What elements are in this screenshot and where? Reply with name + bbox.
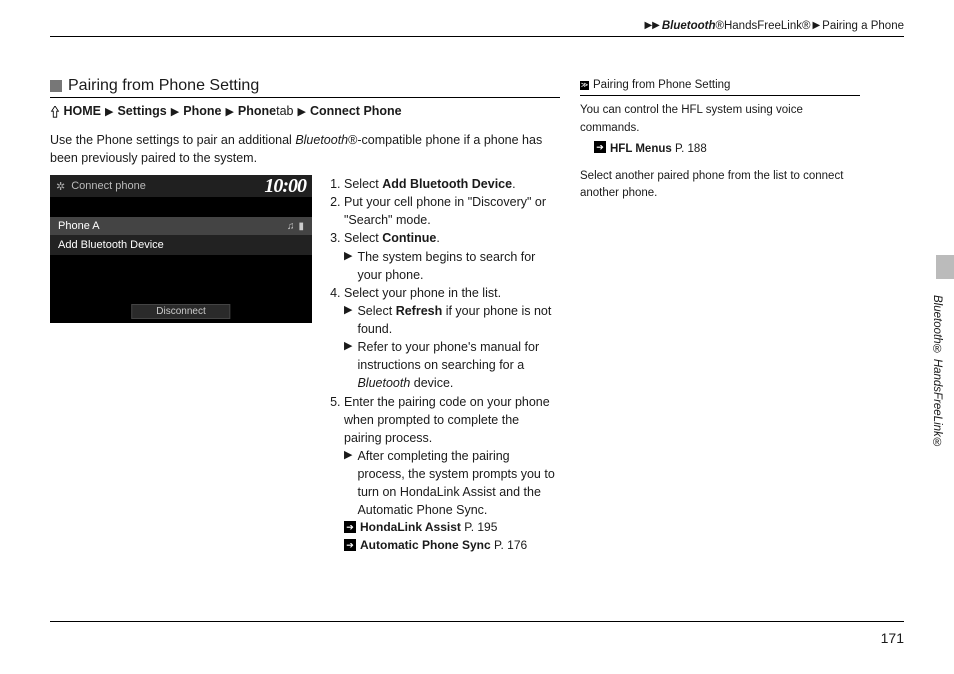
nav-path: HOME ▶ Settings ▶ Phone ▶ Phone tab ▶ Co…: [50, 104, 560, 118]
intro-paragraph: Use the Phone settings to pair an additi…: [50, 132, 560, 167]
cross-reference: ➔HondaLink Assist P. 195: [344, 519, 560, 536]
header-path-2: HandsFreeLink®: [724, 20, 810, 32]
step-5: Enter the pairing code on your phone whe…: [344, 393, 560, 555]
screenshot-clock: 10:00: [264, 175, 306, 198]
gear-icon: ✲: [56, 180, 65, 193]
section-side-tab: Bluetooth® HandsFreeLink®: [907, 255, 929, 455]
chevron-right-icon: ▶: [225, 105, 233, 118]
phone-list-item[interactable]: Phone A ♫ ▮: [50, 217, 312, 236]
chevron-right-icon: ▶: [171, 105, 179, 118]
page-number: 171: [881, 630, 904, 646]
nav-settings: Settings: [117, 104, 166, 118]
chevron-right-icon: ▶: [298, 105, 306, 118]
screenshot-title: Connect phone: [71, 180, 146, 192]
disconnect-button[interactable]: Disconnect: [131, 304, 230, 319]
cross-reference: ➔ HFL Menus P. 188: [594, 141, 860, 158]
home-icon: [50, 104, 60, 118]
nav-phone: Phone: [183, 104, 221, 118]
nav-tab-word: tab: [276, 104, 293, 118]
step-1: Select Add Bluetooth Device.: [344, 175, 560, 193]
breadcrumb-header: ▶▶ Bluetooth ® HandsFreeLink® ▶ Pairing …: [50, 20, 904, 37]
section-title-text: Pairing from Phone Setting: [68, 77, 259, 95]
instruction-steps: Select Add Bluetooth Device. Put your ce…: [326, 175, 560, 554]
add-device-item[interactable]: Add Bluetooth Device: [50, 236, 312, 255]
add-device-label: Add Bluetooth Device: [58, 239, 164, 251]
phone-icon: ▮: [298, 221, 304, 232]
music-icon: ♫: [287, 221, 295, 232]
link-arrow-icon: ➔: [344, 521, 356, 533]
header-path-3: Pairing a Phone: [822, 20, 904, 32]
sidebar-notes: ≫ Pairing from Phone Setting You can con…: [580, 77, 860, 554]
link-arrow-icon: ➔: [344, 539, 356, 551]
cross-reference: ➔Automatic Phone Sync P. 176: [344, 537, 560, 554]
nav-phone-tab: Phone: [238, 104, 276, 118]
bookmark-icon: ≫: [580, 81, 589, 90]
phone-name: Phone A: [58, 220, 100, 232]
nav-home: HOME: [63, 104, 101, 118]
header-path-1-reg: ®: [716, 20, 724, 32]
step-3: Select Continue. ▶The system begins to s…: [344, 229, 560, 283]
chevron-right-icon: ▶▶: [644, 20, 659, 32]
step-4: Select your phone in the list. ▶Select R…: [344, 284, 560, 393]
step-2: Put your cell phone in "Discovery" or "S…: [344, 193, 560, 229]
chevron-right-icon: ▶: [344, 448, 352, 464]
sidebar-text-2: Select another paired phone from the lis…: [580, 168, 860, 203]
sidebar-text-1: You can control the HFL system using voi…: [580, 102, 860, 137]
section-title: Pairing from Phone Setting: [50, 77, 560, 98]
square-bullet-icon: [50, 80, 62, 92]
footer-rule: [50, 621, 904, 622]
chevron-right-icon: ▶: [344, 303, 352, 319]
chevron-right-icon: ▶: [105, 105, 113, 118]
nav-connect: Connect Phone: [310, 104, 402, 118]
infotainment-screenshot: ✲ Connect phone 10:00 Phone A ♫ ▮: [50, 175, 312, 323]
thumb-tab-icon: [936, 255, 954, 279]
chevron-right-icon: ▶: [812, 20, 820, 32]
sidebar-title-text: Pairing from Phone Setting: [593, 77, 730, 94]
chevron-right-icon: ▶: [344, 249, 352, 265]
header-path-1: Bluetooth: [662, 20, 716, 32]
link-arrow-icon: ➔: [594, 141, 606, 153]
chevron-right-icon: ▶: [344, 339, 352, 355]
